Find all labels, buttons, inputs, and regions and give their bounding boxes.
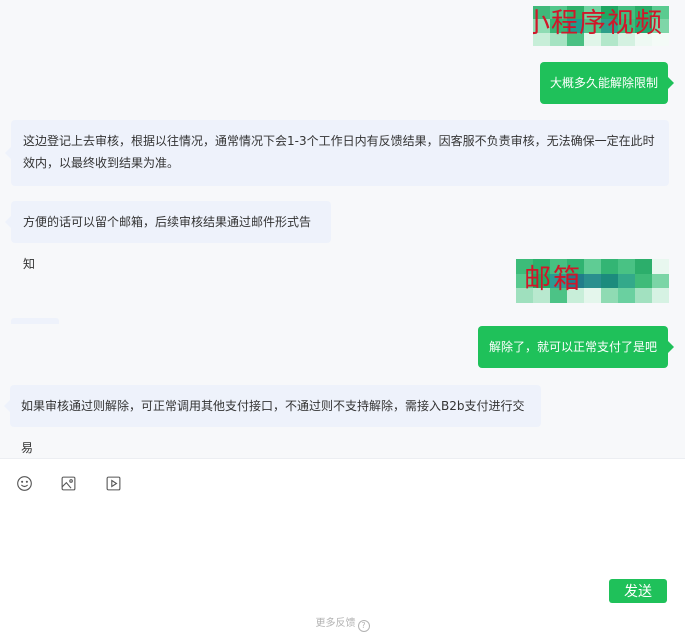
more-feedback-link[interactable]: 更多反馈? (0, 614, 685, 632)
image-icon (61, 476, 75, 490)
redaction-label: 小程序视频 (533, 8, 663, 39)
redacted-message-email: 邮箱 (516, 259, 669, 303)
emoji-icon (16, 475, 32, 491)
video-button[interactable] (103, 473, 123, 493)
emoji-button[interactable] (14, 473, 34, 493)
chat-history: 小程序视频 大概多久能解除限制 这边登记上去审核，根据以往情况，通常情况下会1-… (0, 0, 685, 458)
agent-message: 这边登记上去审核，根据以往情况，通常情况下会1-3个工作日内有反馈结果，因客服不… (5, 120, 669, 186)
help-icon: ? (357, 620, 370, 632)
image-button[interactable] (58, 473, 78, 493)
user-message: 大概多久能解除限制 (540, 62, 674, 104)
message-fragment (11, 318, 59, 324)
redacted-message-video: 小程序视频 (533, 6, 669, 46)
user-message: 解除了，就可以正常支付了是吧 (478, 326, 674, 368)
redaction-label: 邮箱 (524, 264, 582, 295)
send-button[interactable]: 发送 (609, 579, 667, 603)
agent-message: 如果审核通过则解除，可正常调用其他支付接口，不通过则不支持解除，需接入B2b支付… (4, 385, 541, 455)
agent-message: 方便的话可以留个邮箱，后续审核结果通过邮件形式告知 (5, 201, 331, 271)
message-composer: 发送 更多反馈? (0, 458, 685, 632)
video-icon (106, 476, 120, 490)
more-feedback-label: 更多反馈 (315, 618, 356, 629)
